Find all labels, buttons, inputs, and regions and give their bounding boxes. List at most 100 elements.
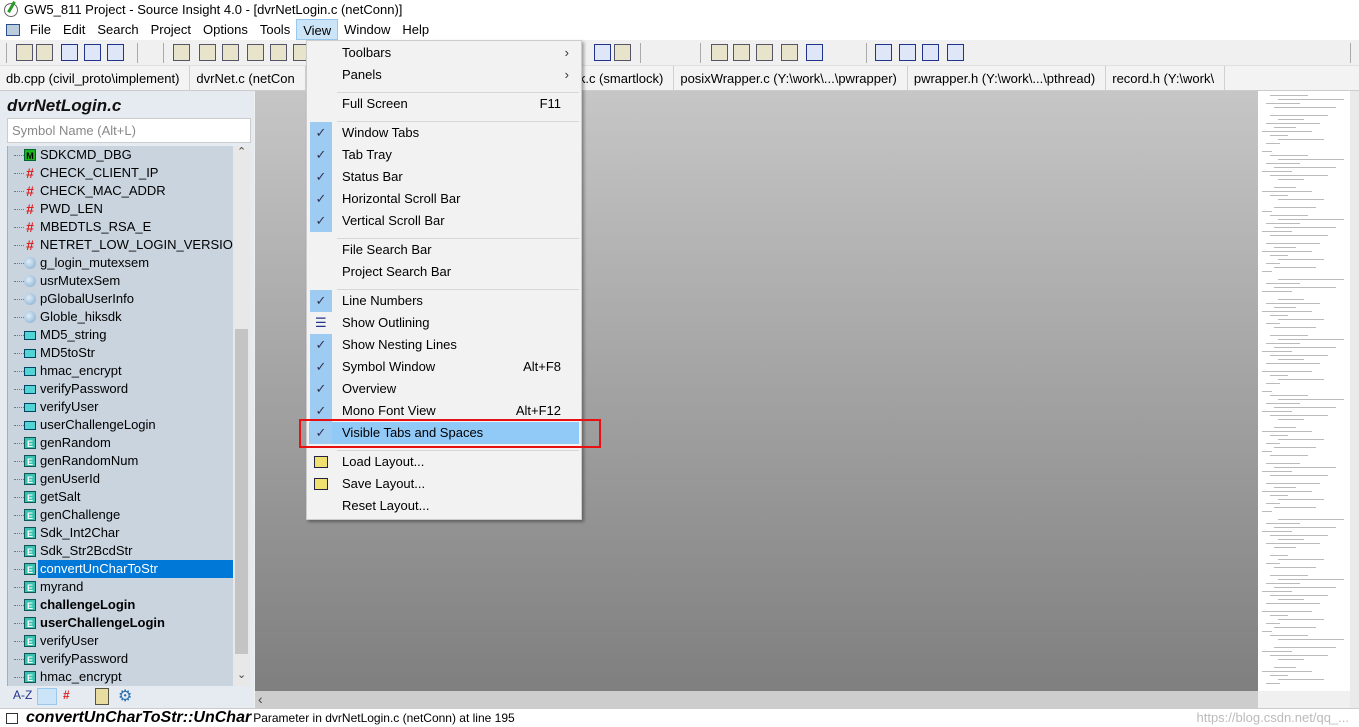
toolbar-button-icon[interactable] bbox=[107, 44, 124, 61]
toolbar-button-icon[interactable] bbox=[199, 44, 216, 61]
toolbar-button-icon[interactable] bbox=[875, 44, 892, 61]
scroll-left-icon[interactable]: ‹ bbox=[258, 691, 263, 707]
menu-item-symbol-window[interactable]: ✓ Symbol Window Alt+F8 bbox=[309, 356, 579, 378]
menu-item-line-numbers[interactable]: ✓ Line Numbers bbox=[309, 290, 579, 312]
book-icon[interactable] bbox=[95, 688, 109, 705]
symbol-list-item[interactable]: # PWD_LEN bbox=[8, 200, 233, 218]
toolbar-button-icon[interactable] bbox=[36, 44, 53, 61]
menu-item-show-nesting-lines[interactable]: ✓ Show Nesting Lines bbox=[309, 334, 579, 356]
func-symbol-icon: E bbox=[24, 509, 36, 521]
file-tab[interactable]: posixWrapper.c (Y:\work\...\pwrapper) bbox=[674, 66, 908, 91]
symbol-list-item[interactable]: E Sdk_Str2BcdStr bbox=[8, 542, 233, 560]
horizontal-scrollbar[interactable]: ‹ bbox=[255, 691, 1258, 708]
symbol-list-item[interactable]: EgenRandomNum bbox=[8, 452, 233, 470]
menu-options[interactable]: Options bbox=[197, 19, 254, 40]
menu-item-save-layout[interactable]: Save Layout... bbox=[309, 473, 579, 495]
menu-project[interactable]: Project bbox=[145, 19, 197, 40]
file-tab[interactable]: db.cpp (civil_proto\implement) bbox=[0, 66, 191, 91]
symbol-list-item[interactable]: g_login_mutexsem bbox=[8, 254, 233, 272]
symbol-list-item[interactable]: # NETRET_LOW_LOGIN_VERSION bbox=[8, 236, 233, 254]
menu-view[interactable]: View bbox=[296, 19, 339, 40]
menu-item-panels[interactable]: Panels › bbox=[309, 64, 579, 86]
menu-item-toolbars[interactable]: Toolbars › bbox=[309, 42, 579, 64]
symbol-list-item[interactable]: # MBEDTLS_RSA_E bbox=[8, 218, 233, 236]
symbol-list-item[interactable]: hmac_encrypt bbox=[8, 362, 233, 380]
symbol-search-input[interactable]: Symbol Name (Alt+L) bbox=[7, 118, 251, 143]
symbol-list-item[interactable]: Emyrand bbox=[8, 578, 233, 596]
vertical-scrollbar[interactable] bbox=[1350, 91, 1359, 708]
toolbar-button-icon[interactable] bbox=[614, 44, 631, 61]
symbol-list-item[interactable]: EconvertUnCharToStr bbox=[8, 560, 233, 578]
file-tab[interactable]: dvrNet.c (netCon bbox=[190, 66, 306, 91]
toolbar-button-icon[interactable] bbox=[247, 44, 264, 61]
toolbar-button-icon[interactable] bbox=[594, 44, 611, 61]
toolbar-button-icon[interactable] bbox=[781, 44, 798, 61]
toolbar-button-icon[interactable] bbox=[922, 44, 939, 61]
menu-file[interactable]: File bbox=[24, 19, 57, 40]
symbol-list-item[interactable]: M SDKCMD_DBG bbox=[8, 146, 233, 164]
symbol-list-item[interactable]: pGlobalUserInfo bbox=[8, 290, 233, 308]
toolbar-button-icon[interactable] bbox=[16, 44, 33, 61]
symbol-list-item[interactable]: verifyUser bbox=[8, 398, 233, 416]
menu-item-file-search-bar[interactable]: File Search Bar bbox=[309, 239, 579, 261]
file-tab[interactable]: pwrapper.h (Y:\work\...\pthread) bbox=[908, 66, 1107, 91]
symbol-list-item[interactable]: EgetSalt bbox=[8, 488, 233, 506]
toolbar-button-icon[interactable] bbox=[899, 44, 916, 61]
toolbar-button-icon[interactable] bbox=[711, 44, 728, 61]
file-tab[interactable]: record.h (Y:\work\ bbox=[1106, 66, 1226, 91]
menu-item-tab-tray[interactable]: ✓ Tab Tray bbox=[309, 144, 579, 166]
symbol-list-item[interactable]: EchallengeLogin bbox=[8, 596, 233, 614]
overview-panel[interactable] bbox=[1258, 91, 1350, 691]
symbol-list-item[interactable]: E Sdk_Int2Char bbox=[8, 524, 233, 542]
menu-item-overview[interactable]: ✓ Overview bbox=[309, 378, 579, 400]
scroll-up-icon[interactable]: ⌃ bbox=[237, 145, 246, 158]
toolbar-button-icon[interactable] bbox=[733, 44, 750, 61]
menu-item-project-search-bar[interactable]: Project Search Bar bbox=[309, 261, 579, 283]
symbol-list-item[interactable]: EverifyPassword bbox=[8, 650, 233, 668]
menu-item-full-screen[interactable]: Full Screen F11 bbox=[309, 93, 579, 115]
menu-window[interactable]: Window bbox=[338, 19, 396, 40]
symbol-list-item[interactable]: EgenChallenge bbox=[8, 506, 233, 524]
toolbar-button-icon[interactable] bbox=[270, 44, 287, 61]
menu-search[interactable]: Search bbox=[91, 19, 144, 40]
symbol-list-item[interactable]: verifyPassword bbox=[8, 380, 233, 398]
toolbar-button-icon[interactable] bbox=[61, 44, 78, 61]
scroll-down-icon[interactable]: ⌄ bbox=[237, 668, 246, 681]
menu-item-window-tabs[interactable]: ✓ Window Tabs bbox=[309, 122, 579, 144]
menu-item-show-outlining[interactable]: ☰ Show Outlining bbox=[309, 312, 579, 334]
menu-item-reset-layout[interactable]: Reset Layout... bbox=[309, 495, 579, 517]
symbol-list-item[interactable]: # CHECK_MAC_ADDR bbox=[8, 182, 233, 200]
toolbar-button-icon[interactable] bbox=[806, 44, 823, 61]
symbol-list-item[interactable]: EuserChallengeLogin bbox=[8, 614, 233, 632]
system-menu-icon[interactable] bbox=[6, 23, 20, 36]
menu-item-status-bar[interactable]: ✓ Status Bar bbox=[309, 166, 579, 188]
menu-item-load-layout[interactable]: Load Layout... bbox=[309, 451, 579, 473]
symbol-list-item[interactable]: EverifyUser bbox=[8, 632, 233, 650]
menu-tools[interactable]: Tools bbox=[254, 19, 296, 40]
symbol-list-item[interactable]: Globle_hiksdk bbox=[8, 308, 233, 326]
gear-icon[interactable]: ⚙ bbox=[118, 686, 132, 705]
toolbar-button-icon[interactable] bbox=[173, 44, 190, 61]
menu-help[interactable]: Help bbox=[396, 19, 435, 40]
symbol-list-item[interactable]: Ehmac_encrypt bbox=[8, 668, 233, 686]
symbol-list-item[interactable]: MD5_string bbox=[8, 326, 233, 344]
proto-symbol-icon bbox=[24, 403, 36, 412]
toolbar-button-icon[interactable] bbox=[756, 44, 773, 61]
symbol-list-item[interactable]: EgenUserId bbox=[8, 470, 233, 488]
menu-edit[interactable]: Edit bbox=[57, 19, 91, 40]
symbol-list-scroll-thumb[interactable] bbox=[235, 329, 248, 654]
toolbar-button-icon[interactable] bbox=[222, 44, 239, 61]
symbol-types-button[interactable]: # bbox=[63, 688, 70, 705]
symbol-list-item[interactable]: EgenRandom bbox=[8, 434, 233, 452]
menu-item-horizontal-scroll-bar[interactable]: ✓ Horizontal Scroll Bar bbox=[309, 188, 579, 210]
toolbar-button-icon[interactable] bbox=[84, 44, 101, 61]
symbol-list-item[interactable]: usrMutexSem bbox=[8, 272, 233, 290]
symbol-list-item[interactable]: MD5toStr bbox=[8, 344, 233, 362]
symbol-list-item[interactable]: # CHECK_CLIENT_IP bbox=[8, 164, 233, 182]
toolbar-button-icon[interactable] bbox=[947, 44, 964, 61]
sort-az-button[interactable]: A-Z bbox=[13, 688, 32, 705]
list-view-button[interactable] bbox=[37, 688, 57, 705]
menu-item-vertical-scroll-bar[interactable]: ✓ Vertical Scroll Bar bbox=[309, 210, 579, 232]
overview-line bbox=[1274, 447, 1316, 448]
symbol-list-item[interactable]: userChallengeLogin bbox=[8, 416, 233, 434]
